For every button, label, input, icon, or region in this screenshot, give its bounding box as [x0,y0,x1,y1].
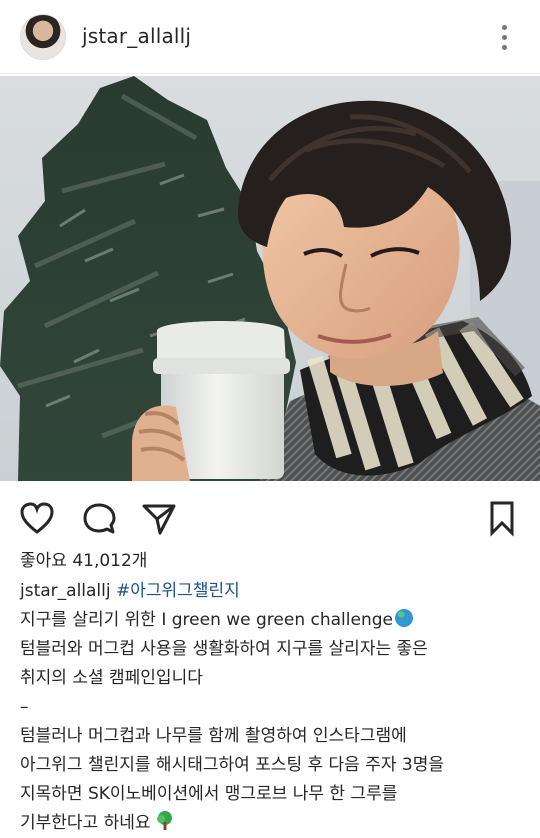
post-header: jstar_allallj [0,0,540,74]
caption-line: 텀블러나 머그컵과 나무를 함께 촬영하여 인스타그램에 [20,726,407,746]
caption-text: 기부한다고 하네요 [20,813,151,833]
caption-line: 지구를 살리기 위한 I green we green challenge [20,606,520,635]
avatar[interactable] [20,14,66,60]
tree-icon [156,811,172,830]
caption-first-line: jstar_allallj #아그위그챌린지 [20,577,520,606]
comment-button[interactable] [78,497,120,539]
caption-line: 지목하면 SK이노베이션에서 맹그로브 나무 한 그루를 [20,784,398,804]
caption-line: 아그위그 챌린지를 해시태그하여 포스팅 후 다음 주자 3명을 [20,755,445,775]
bookmark-icon [490,501,514,537]
caption-hashtag[interactable]: #아그위그챌린지 [116,581,240,601]
like-count[interactable]: 좋아요 41,012개 [20,547,147,575]
caption-separator: – [20,697,29,717]
caption-line: 기부한다고 하네요 [20,809,520,838]
earth-globe-icon [395,609,413,627]
caption-line: 텀블러와 머그컵 사용을 생활화하여 지구를 살리자는 좋은 [20,639,428,659]
save-button[interactable] [481,497,523,539]
post-actions [0,487,540,545]
heart-icon [20,502,54,534]
comment-icon [83,503,116,534]
post-username[interactable]: jstar_allallj [82,24,191,48]
more-dot-icon [501,24,507,30]
photo-illustration [0,76,540,481]
like-button[interactable] [16,497,58,539]
more-options-icon[interactable] [492,20,516,54]
caption-text: 지구를 살리기 위한 I green we green challenge [20,610,393,630]
more-dot-icon [501,34,507,40]
cup-lid-rim [153,358,290,374]
caption-line: 취지의 소셜 캠페인입니다 [20,668,203,688]
post-photo[interactable] [0,76,540,481]
send-icon [142,504,176,535]
caption-author[interactable]: jstar_allallj [20,581,111,601]
share-button[interactable] [138,497,180,539]
post-caption: jstar_allallj #아그위그챌린지 지구를 살리기 위한 I gree… [20,577,520,838]
more-dot-icon [501,44,507,50]
